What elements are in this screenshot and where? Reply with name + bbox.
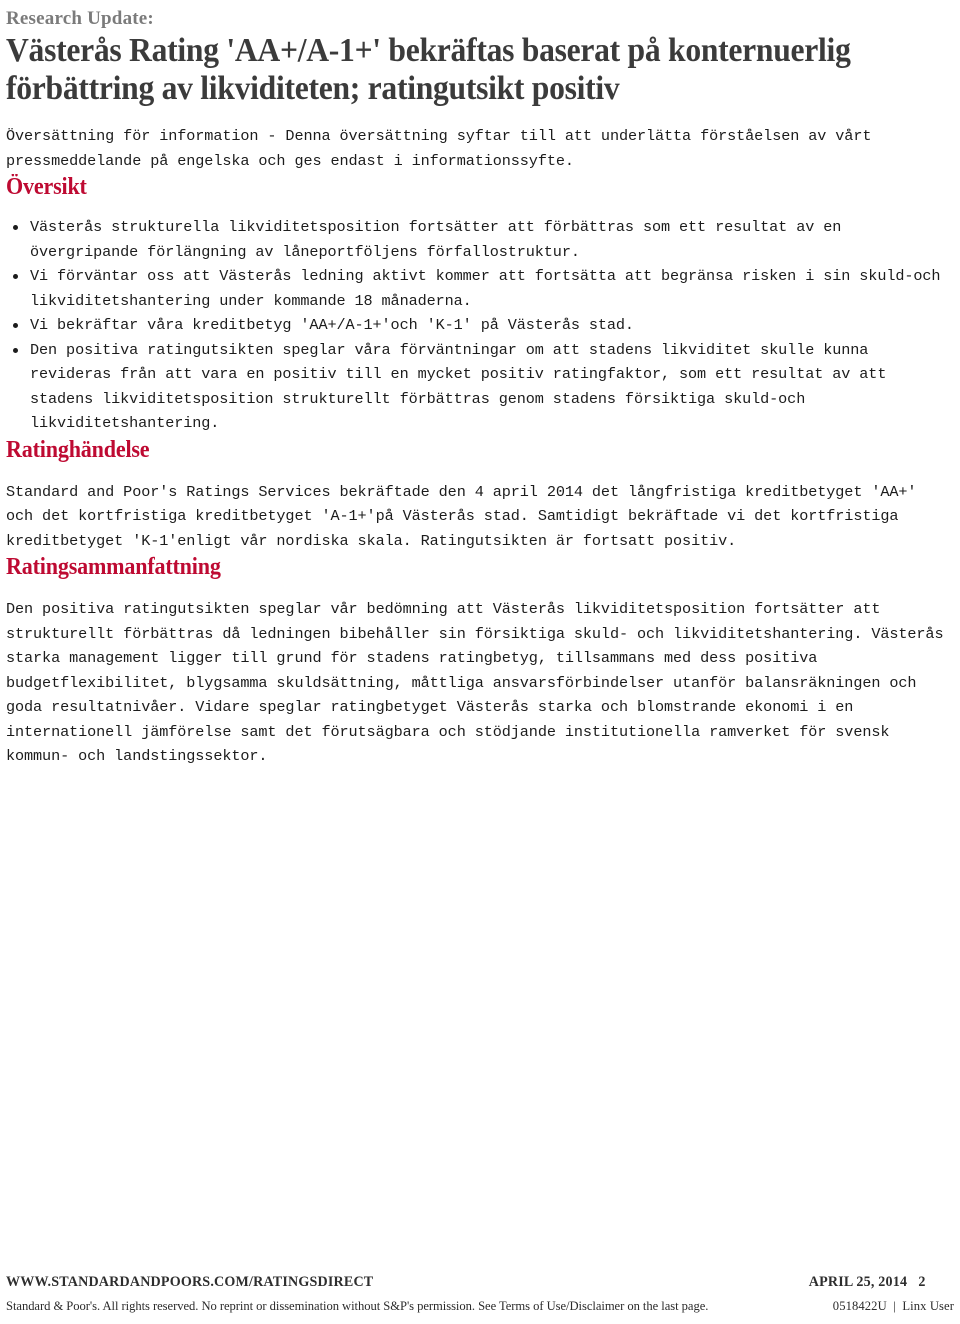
rating-summary-paragraph: Den positiva ratingutsikten speglar vår … (6, 600, 944, 765)
document-page: Research Update: Västerås Rating 'AA+/A-… (0, 0, 960, 1324)
footer-legal-notice: Standard & Poor's. All rights reserved. … (6, 1299, 709, 1313)
section-heading-rating-summary: Ratingsammanfattning (6, 554, 221, 580)
page-title: Västerås Rating 'AA+/A-1+' bekräftas bas… (6, 32, 851, 107)
footer-date-and-page: APRIL 25, 2014 2 (808, 1274, 926, 1290)
list-item: Vi bekräftar våra kreditbetyg 'AA+/A-1+'… (6, 313, 954, 338)
list-item: Vi förväntar oss att Västerås ledning ak… (6, 264, 954, 313)
translation-disclaimer-paragraph: Översättning för information - Denna öve… (6, 127, 872, 170)
footer-primary-row: WWW.STANDARDANDPOORS.COM/RATINGSDIRECT A… (6, 1274, 926, 1291)
overview-bullet-list: Västerås strukturella likviditetspositio… (6, 215, 954, 436)
section-heading-rating-event: Ratinghändelse (6, 436, 150, 463)
footer-secondary-row: Standard & Poor's. All rights reserved. … (6, 1299, 954, 1314)
research-update-kicker: Research Update: (6, 8, 154, 29)
section-heading-overview: Översikt (6, 174, 87, 200)
footer-document-id: 0518422U | Linx User (832, 1299, 954, 1313)
list-item: Västerås strukturella likviditetspositio… (6, 215, 954, 264)
list-item: Den positiva ratingutsikten speglar våra… (6, 338, 954, 436)
page-footer: WWW.STANDARDANDPOORS.COM/RATINGSDIRECT A… (6, 1274, 954, 1314)
footer-site-link[interactable]: WWW.STANDARDANDPOORS.COM/RATINGSDIRECT (6, 1274, 373, 1291)
rating-event-paragraph: Standard and Poor's Ratings Services bek… (6, 482, 917, 550)
